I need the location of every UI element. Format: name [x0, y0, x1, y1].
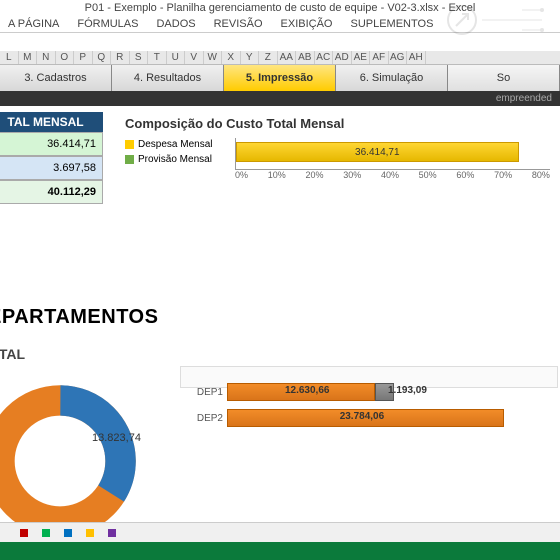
dept-bar-chart: DEP1 12.630,66 1.193,09 DEP2 23.784,06 [180, 366, 558, 388]
col-AF[interactable]: AF [370, 51, 389, 64]
dept-row-2: DEP2 23.784,06 [189, 407, 549, 429]
ribbon-tab-formulas[interactable]: FÓRMULAS [77, 18, 138, 30]
ribbon-tab-exibicao[interactable]: EXIBIÇÃO [281, 18, 333, 30]
col-AE[interactable]: AE [352, 51, 371, 64]
sheet-tab-3[interactable] [64, 529, 72, 537]
column-headers: L M N O P Q R S T U V W X Y Z AA AB AC A… [0, 51, 560, 65]
comp-title: Composição do Custo Total Mensal [125, 116, 558, 131]
sheet-tab-4[interactable] [86, 529, 94, 537]
watermark-icon [442, 0, 552, 40]
ribbon-tab-suplementos[interactable]: SUPLEMENTOS [350, 18, 433, 30]
dep1-v2: 1.193,09 [388, 385, 427, 396]
total-subtitle: OTAL [0, 346, 25, 362]
stacked-bar: 36.414,71 [235, 138, 550, 170]
col-X[interactable]: X [222, 51, 241, 64]
col-Z[interactable]: Z [259, 51, 278, 64]
nav-cadastros[interactable]: 3. Cadastros [0, 65, 112, 91]
composicao-chart: Composição do Custo Total Mensal Despesa… [125, 116, 558, 169]
col-AH[interactable]: AH [407, 51, 426, 64]
col-N[interactable]: N [37, 51, 56, 64]
mensal-v2[interactable]: 3.697,58 [0, 156, 103, 180]
nav-so[interactable]: So [448, 65, 560, 91]
ribbon-tab-revisao[interactable]: REVISÃO [214, 18, 263, 30]
col-AA[interactable]: AA [278, 51, 297, 64]
mensal-total[interactable]: 40.112,29 [0, 180, 103, 204]
col-R[interactable]: R [111, 51, 130, 64]
nav-simulacao[interactable]: 6. Simulação [336, 65, 448, 91]
dept-row-1: DEP1 12.630,66 1.193,09 [189, 381, 549, 403]
col-U[interactable]: U [167, 51, 186, 64]
bar-despesa: 36.414,71 [236, 142, 519, 162]
col-AG[interactable]: AG [389, 51, 408, 64]
col-L[interactable]: L [0, 51, 19, 64]
nav-impressao[interactable]: 5. Impressão [224, 65, 336, 91]
col-O[interactable]: O [56, 51, 75, 64]
x-axis: 0%10%20%30%40%50%60%70%80% [235, 170, 550, 180]
total-mensal-box: TAL MENSAL 36.414,71 3.697,58 40.112,29 [0, 112, 103, 204]
nav-buttons: 3. Cadastros 4. Resultados 5. Impressão … [0, 65, 560, 91]
sheet-tabs [0, 522, 560, 542]
brand-footer: empreended [0, 91, 560, 106]
col-AB[interactable]: AB [296, 51, 315, 64]
sheet-tab-2[interactable] [42, 529, 50, 537]
square-icon [125, 140, 134, 149]
donut-value: 13.823,74 [92, 432, 141, 444]
col-W[interactable]: W [204, 51, 223, 64]
ribbon-tab-dados[interactable]: DADOS [156, 18, 195, 30]
dep2-label: DEP2 [189, 413, 227, 424]
col-AC[interactable]: AC [315, 51, 334, 64]
sheet-tab-5[interactable] [108, 529, 116, 537]
col-S[interactable]: S [130, 51, 149, 64]
col-T[interactable]: T [148, 51, 167, 64]
departamentos-title: EPARTAMENTOS [0, 306, 158, 329]
col-Q[interactable]: Q [93, 51, 112, 64]
col-AD[interactable]: AD [333, 51, 352, 64]
donut-chart [0, 381, 140, 541]
status-bar [0, 542, 560, 560]
ribbon-tab-pagina[interactable]: A PÁGINA [8, 18, 59, 30]
dep1-v1: 12.630,66 [285, 385, 330, 396]
square-icon [125, 155, 134, 164]
sheet-content: TAL MENSAL 36.414,71 3.697,58 40.112,29 … [0, 106, 560, 112]
col-Y[interactable]: Y [241, 51, 260, 64]
nav-resultados[interactable]: 4. Resultados [112, 65, 224, 91]
sheet-tab-1[interactable] [20, 529, 28, 537]
total-mensal-header: TAL MENSAL [0, 112, 103, 132]
dep2-v1: 23.784,06 [340, 411, 385, 422]
col-V[interactable]: V [185, 51, 204, 64]
col-P[interactable]: P [74, 51, 93, 64]
col-M[interactable]: M [19, 51, 38, 64]
dep1-label: DEP1 [189, 387, 227, 398]
mensal-v1[interactable]: 36.414,71 [0, 132, 103, 156]
